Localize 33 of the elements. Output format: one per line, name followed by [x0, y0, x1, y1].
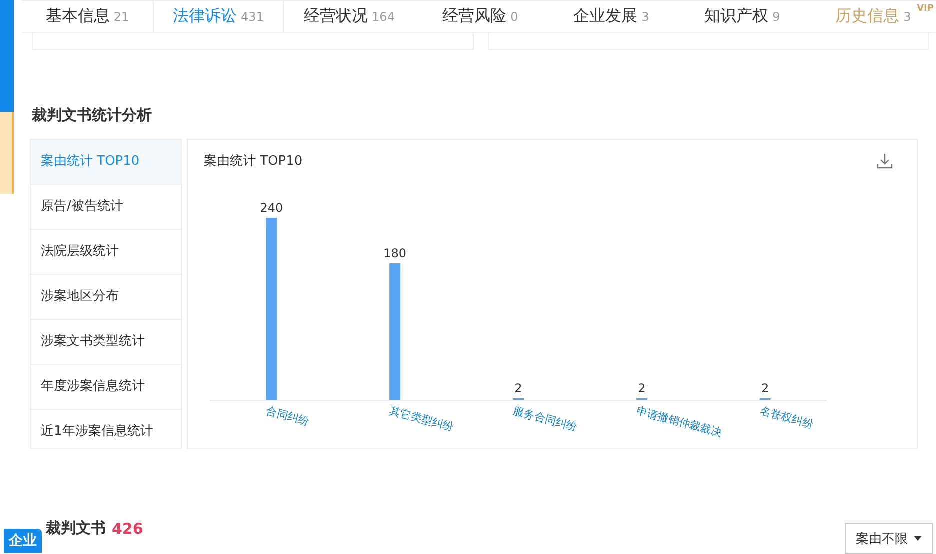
nav-tab[interactable]: 基本信息 21	[22, 1, 153, 32]
cause-filter-dropdown[interactable]: 案由不限	[845, 523, 933, 554]
category-label: 申请撤销仲裁裁决	[635, 404, 724, 440]
enterprise-badge: 企业	[4, 528, 42, 552]
data-label: 2	[514, 381, 522, 396]
section-title: 裁判文书统计分析	[32, 106, 153, 125]
section-title: 裁判文书	[46, 519, 106, 538]
chart-title: 案由统计 TOP10	[204, 153, 303, 170]
vip-label: VIP	[917, 4, 934, 14]
category-label: 其它类型纠纷	[388, 404, 456, 434]
side-tab[interactable]	[0, 0, 14, 112]
category-label: 合同纠纷	[264, 404, 311, 428]
document-count: 426	[112, 520, 144, 538]
data-label: 180	[384, 246, 407, 260]
data-label: 2	[638, 381, 646, 396]
nav-tab[interactable]: 经营风险 0	[415, 1, 546, 32]
menu-item[interactable]: 年度涉案信息统计	[31, 365, 181, 410]
menu-item[interactable]: 原告/被告统计	[31, 185, 181, 230]
menu-item[interactable]: 涉案文书类型统计	[31, 320, 181, 365]
nav-tab[interactable]: 企业发展 3	[546, 1, 677, 32]
menu-item[interactable]: 涉案地区分布	[31, 275, 181, 320]
download-icon[interactable]	[877, 153, 893, 169]
category-label: 服务合同纠纷	[512, 404, 579, 434]
menu-item[interactable]: 近1年涉案信息统计	[31, 410, 181, 454]
side-tab[interactable]	[0, 112, 14, 194]
data-label: 2	[761, 381, 770, 396]
caret-icon	[914, 536, 922, 541]
nav-tab[interactable]: 法律诉讼 431	[153, 1, 284, 32]
nav-tab[interactable]: 知识产权 9	[677, 1, 808, 32]
nav-tab[interactable]: 经营状况 164	[284, 1, 415, 32]
data-label: 240	[260, 201, 284, 215]
category-label: 名誉权纠纷	[758, 404, 816, 432]
menu-item[interactable]: 法院层级统计	[31, 230, 181, 275]
